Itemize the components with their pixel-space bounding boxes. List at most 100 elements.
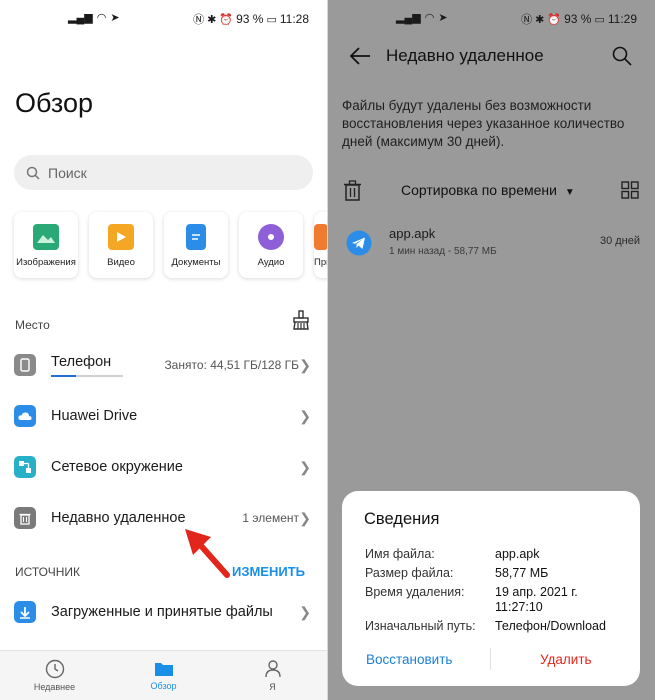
restore-button[interactable]: Восстановить <box>366 652 452 667</box>
telegram-notif-icon: ➤ <box>110 12 120 24</box>
source-row-downloads[interactable]: Загруженные и принятые файлы ❯ <box>0 587 327 637</box>
edit-sources-link[interactable]: ИЗМЕНИТЬ <box>232 564 305 579</box>
recently-deleted-screen: ▂▄▆ ◠ ➤ Ⓝ ✱ ⏰ 93 % ▭ 11:29 Недавно удале… <box>328 0 655 700</box>
source-section-label: ИСТОЧНИК <box>15 565 81 579</box>
days-remaining: 30 дней <box>599 235 640 247</box>
battery-icon: ▭ <box>594 13 605 26</box>
storage-usage-bar <box>51 375 123 377</box>
row-label: Загруженные и принятые файлы <box>51 604 273 620</box>
category-label: Изображения <box>16 257 76 268</box>
category-label: При <box>314 257 327 268</box>
files-overview-screen: ▂▄▆ ◠ ➤ Ⓝ ✱ ⏰ 93 % ▭ 11:28 Обзор Поиск И… <box>0 0 327 700</box>
battery-text: 93 % <box>236 12 264 26</box>
category-apps[interactable]: При <box>314 212 327 278</box>
audio-icon <box>258 224 284 250</box>
status-right: Ⓝ ✱ ⏰ 93 % ▭ 11:28 <box>193 11 309 27</box>
info-value: Телефон/Download <box>495 619 606 633</box>
grid-view-icon[interactable] <box>621 181 639 199</box>
file-meta: 1 мин назад - 58,77 МБ <box>389 246 497 257</box>
document-icon <box>186 224 206 250</box>
wifi-icon: ◠ <box>96 12 107 24</box>
retention-description: Файлы будут удалены без возможности восс… <box>342 98 625 149</box>
alarm-icon: ⏰ <box>219 13 234 26</box>
nav-recent[interactable]: Недавнее <box>0 651 109 700</box>
location-row-huawei-drive[interactable]: Huawei Drive ❯ <box>0 391 327 441</box>
signal-icon: ▂▄▆ <box>396 12 421 24</box>
row-label: Huawei Drive <box>51 408 138 424</box>
nav-browse[interactable]: Обзор <box>109 651 218 700</box>
video-icon <box>108 224 134 250</box>
category-label: Аудио <box>257 257 285 268</box>
storage-usage-text: Занято: 44,51 ГБ/128 ГБ <box>164 358 299 372</box>
battery-icon: ▭ <box>266 13 277 26</box>
nav-label: Недавнее <box>33 682 76 692</box>
signal-icons: ▂▄▆ ◠ ➤ <box>396 11 448 24</box>
signal-icons: ▂▄▆ ◠ ➤ <box>68 11 120 24</box>
search-icon[interactable] <box>612 46 632 66</box>
storage-usage-fill <box>51 375 77 377</box>
chevron-right-icon: ❯ <box>299 603 311 620</box>
dropdown-caret-icon: ▼ <box>564 187 575 198</box>
nfc-icon: Ⓝ <box>521 14 533 26</box>
nav-me[interactable]: Я <box>218 651 327 700</box>
delete-all-trash-icon[interactable] <box>343 180 362 201</box>
nav-label: Обзор <box>150 681 177 691</box>
cloud-icon <box>14 405 36 427</box>
category-row: Изображения Видео Документы Аудио При <box>14 212 327 278</box>
category-label: Документы <box>171 257 221 268</box>
info-value: app.apk <box>495 547 540 561</box>
category-video[interactable]: Видео <box>89 212 153 278</box>
nav-label: Я <box>269 682 276 692</box>
chevron-right-icon: ❯ <box>299 458 311 475</box>
location-section-label: Место <box>15 318 50 332</box>
status-right: Ⓝ ✱ ⏰ 93 % ▭ 11:29 <box>521 11 637 27</box>
file-name: app.apk <box>389 226 436 241</box>
clock-icon <box>45 659 64 679</box>
dialog-title: Сведения <box>364 510 440 528</box>
item-count-text: 1 элемент <box>242 511 299 525</box>
search-bar[interactable]: Поиск <box>14 155 313 190</box>
back-arrow-icon[interactable] <box>349 46 371 66</box>
download-icon <box>14 601 36 623</box>
bluetooth-icon: ✱ <box>535 13 545 26</box>
row-label: Недавно удаленное <box>51 510 186 526</box>
clock-time: 11:28 <box>279 12 309 26</box>
sort-dropdown[interactable]: Сортировка по времени ▼ <box>401 182 575 198</box>
info-value: 19 апр. 2021 г. 11:27:10 <box>495 585 578 614</box>
trash-icon <box>14 507 36 529</box>
network-icon <box>14 456 36 478</box>
sort-label: Сортировка по времени <box>401 182 557 198</box>
page-title: Обзор <box>15 88 93 118</box>
category-label: Видео <box>107 257 135 268</box>
chevron-right-icon: ❯ <box>299 356 311 373</box>
phone-icon <box>14 354 36 376</box>
search-placeholder: Поиск <box>48 164 87 181</box>
clock-time: 11:29 <box>607 12 637 26</box>
bottom-navigation: Недавнее Обзор Я <box>0 650 327 700</box>
delete-button[interactable]: Удалить <box>540 652 592 667</box>
info-key: Размер файла: <box>365 566 454 580</box>
location-row-phone[interactable]: Телефон Занято: 44,51 ГБ/128 ГБ ❯ <box>0 340 327 390</box>
details-dialog: Сведения Имя файла: app.apk Размер файла… <box>342 491 640 686</box>
info-key: Имя файла: <box>365 547 435 561</box>
button-divider <box>490 648 491 670</box>
category-documents[interactable]: Документы <box>164 212 228 278</box>
category-images[interactable]: Изображения <box>14 212 78 278</box>
location-row-network[interactable]: Сетевое окружение ❯ <box>0 442 327 492</box>
location-row-recently-deleted[interactable]: Недавно удаленное 1 элемент ❯ <box>0 493 327 543</box>
search-icon <box>26 166 40 180</box>
app-icon <box>314 224 327 250</box>
telegram-file-icon <box>346 230 372 256</box>
image-icon <box>33 224 59 250</box>
row-label: Сетевое окружение <box>51 459 183 475</box>
chevron-right-icon: ❯ <box>299 407 311 424</box>
telegram-notif-icon: ➤ <box>438 12 448 24</box>
page-title: Недавно удаленное <box>386 46 544 65</box>
cleanup-broom-icon[interactable] <box>292 310 310 335</box>
deleted-file-row[interactable]: app.apk 1 мин назад - 58,77 МБ 30 дней <box>328 222 655 266</box>
battery-text: 93 % <box>564 12 592 26</box>
red-arrow-pointer-icon <box>185 529 230 578</box>
alarm-icon: ⏰ <box>547 13 562 26</box>
status-bar: ▂▄▆ ◠ ➤ Ⓝ ✱ ⏰ 93 % ▭ 11:29 <box>328 0 655 36</box>
category-audio[interactable]: Аудио <box>239 212 303 278</box>
